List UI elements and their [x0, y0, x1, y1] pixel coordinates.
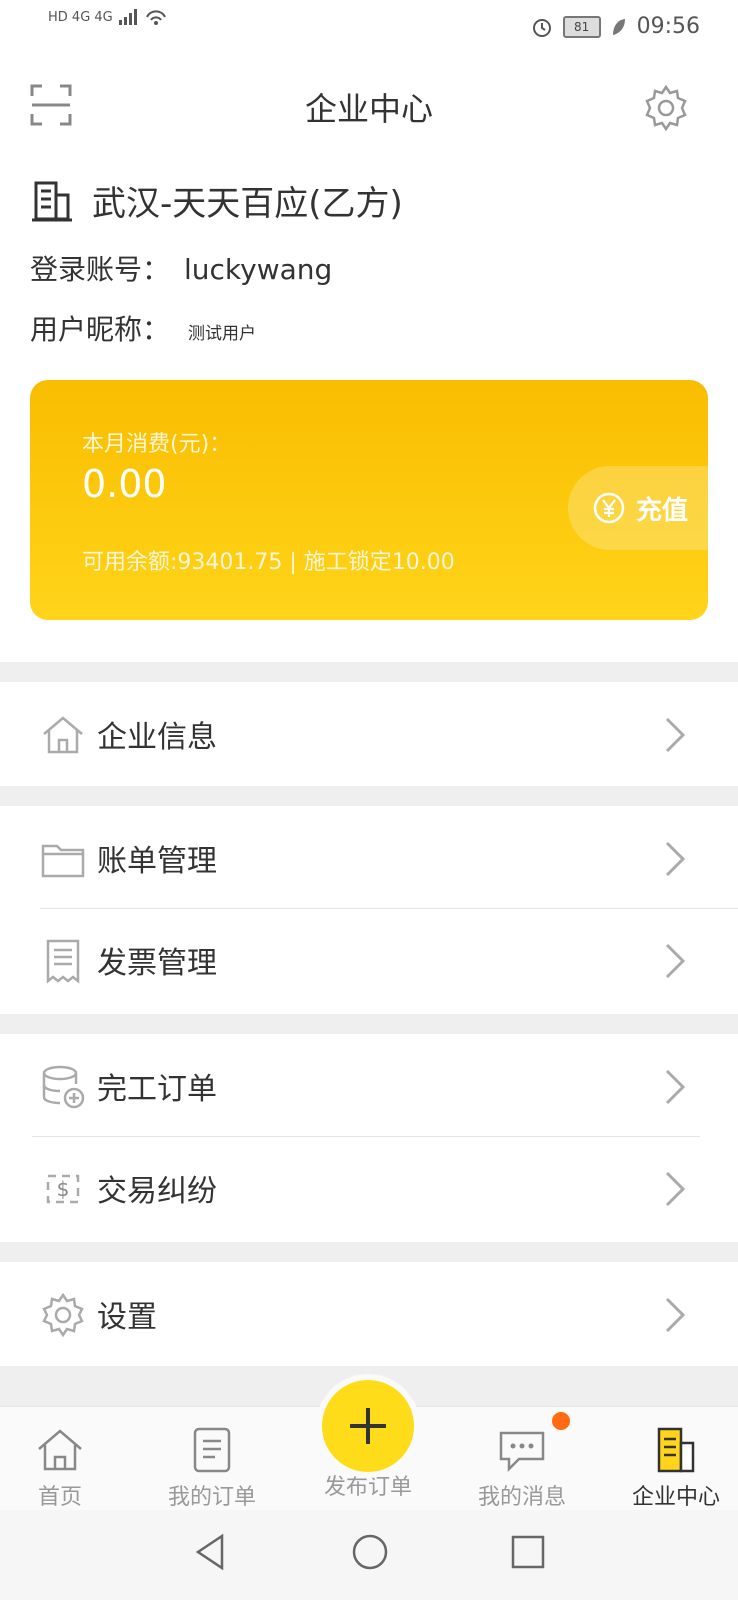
building-icon: [657, 1427, 695, 1473]
leaf-icon: [612, 18, 625, 35]
balance-card: 本月消费(元)： 0.00 可用余额:93401.75 | 施工锁定10.00 …: [30, 380, 708, 620]
page-title: 企业中心: [304, 90, 433, 128]
chevron-right-icon: [665, 943, 686, 979]
notification-badge: [552, 1412, 570, 1430]
system-nav-bar: [0, 1510, 738, 1600]
back-icon[interactable]: [192, 1532, 228, 1572]
menu-label: 企业信息: [97, 720, 217, 755]
nav-label: 我的消息: [477, 1485, 566, 1510]
company-name: 武汉-天天百应(乙方): [92, 184, 403, 224]
chevron-right-icon: [665, 717, 686, 753]
login-account-row: 登录账号： luckywang: [30, 248, 332, 288]
status-bar-right: 81 09:56: [531, 14, 700, 39]
plus-icon: [350, 1408, 386, 1444]
section-gap: [0, 786, 738, 806]
nav-publish-order[interactable]: 发布订单: [308, 1469, 428, 1501]
menu-item-finished-orders[interactable]: 完工订单: [0, 1036, 738, 1136]
recents-icon[interactable]: [508, 1532, 548, 1572]
document-icon: [193, 1427, 231, 1473]
signal-icon: [118, 9, 137, 25]
menu-item-company-info[interactable]: 企业信息: [0, 684, 738, 784]
menu-item-disputes[interactable]: $ 交易纠纷: [0, 1138, 738, 1238]
menu-item-bill-management[interactable]: 账单管理: [0, 808, 738, 908]
nav-messages[interactable]: 我的消息: [462, 1427, 582, 1511]
yen-icon: [593, 492, 625, 524]
nickname-value: 测试用户: [188, 324, 257, 344]
alarm-icon: [532, 18, 551, 37]
battery-level: 81: [562, 15, 601, 38]
home-circle-icon[interactable]: [350, 1532, 390, 1572]
balance-summary: 可用余额:93401.75 | 施工锁定10.00: [82, 550, 455, 575]
signal-status: HD 4G 4G: [48, 9, 113, 25]
chevron-right-icon: [665, 1297, 686, 1333]
nickname-label: 用户昵称：: [30, 313, 171, 346]
gear-icon: [42, 1292, 84, 1338]
nav-label: 首页: [37, 1485, 82, 1510]
nickname-row: 用户昵称： 测试用户: [30, 308, 256, 348]
menu-label: 交易纠纷: [97, 1174, 217, 1209]
chat-icon: [499, 1431, 545, 1473]
recharge-button[interactable]: 充值: [567, 466, 708, 550]
svg-text:$: $: [57, 1177, 70, 1201]
building-icon: [32, 181, 72, 221]
section-gap: [0, 662, 738, 682]
divider: [40, 908, 738, 909]
chevron-right-icon: [665, 841, 686, 877]
receipt-icon: [46, 939, 80, 984]
nav-label: 企业中心: [631, 1485, 720, 1510]
home-icon: [38, 1429, 82, 1471]
nav-my-orders[interactable]: 我的订单: [152, 1427, 272, 1511]
nav-label: 发布订单: [323, 1475, 412, 1500]
chevron-right-icon: [665, 1069, 686, 1105]
menu-label: 发票管理: [97, 946, 217, 981]
menu-label: 完工订单: [97, 1072, 217, 1107]
nav-company-center[interactable]: 企业中心: [616, 1427, 736, 1511]
status-bar-left: HD 4G 4G: [48, 8, 167, 26]
nav-label: 我的订单: [167, 1485, 256, 1510]
menu-item-invoice-management[interactable]: 发票管理: [0, 910, 738, 1010]
login-value: luckywang: [184, 253, 333, 286]
menu-label: 设置: [97, 1300, 157, 1335]
nav-home[interactable]: 首页: [0, 1427, 120, 1511]
monthly-spend-amount: 0.00: [82, 462, 167, 506]
menu-item-settings[interactable]: 设置: [0, 1264, 738, 1364]
clock: 09:56: [636, 14, 700, 39]
folder-icon: [41, 844, 85, 878]
section-gap: [0, 1014, 738, 1034]
company-header: 武汉-天天百应(乙方): [30, 176, 403, 225]
gear-icon[interactable]: [642, 84, 690, 132]
wifi-icon: [145, 10, 166, 25]
publish-order-button[interactable]: [322, 1380, 414, 1472]
database-add-icon: [42, 1065, 85, 1109]
section-gap: [0, 1242, 738, 1262]
divider: [32, 1136, 700, 1137]
recharge-label: 充值: [635, 495, 688, 526]
login-label: 登录账号：: [30, 253, 171, 286]
dollar-exchange-icon: $: [46, 1174, 80, 1204]
home-icon: [43, 716, 83, 754]
menu-label: 账单管理: [97, 844, 217, 879]
chevron-right-icon: [665, 1171, 686, 1207]
monthly-spend-label: 本月消费(元)：: [82, 432, 232, 457]
